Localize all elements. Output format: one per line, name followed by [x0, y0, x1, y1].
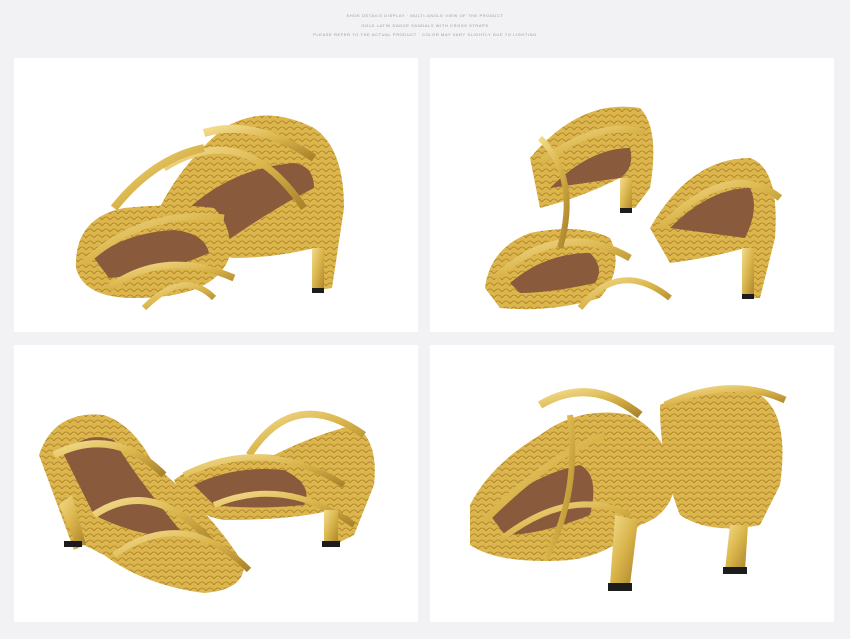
sandal-pair-illustration [75, 115, 344, 311]
header-caption-line-3: PLEASE REFER TO THE ACTUAL PRODUCT · COL… [313, 32, 537, 37]
product-photo-pair-view [14, 345, 418, 622]
product-photo-side-view [430, 58, 834, 332]
header-caption-line-2: GOLD LATIN DANCE SANDALS WITH CROSS STRA… [361, 23, 489, 28]
sandal-pair-illustration [485, 106, 783, 310]
header-caption-line-1: SHOE DETAILS DISPLAY · MULTI-ANGLE VIEW … [346, 13, 504, 18]
sandal-pair-illustration [39, 410, 375, 593]
product-photo-back-view [430, 345, 834, 622]
product-photo-front-view [14, 58, 418, 332]
sandal-pair-illustration [470, 385, 787, 591]
